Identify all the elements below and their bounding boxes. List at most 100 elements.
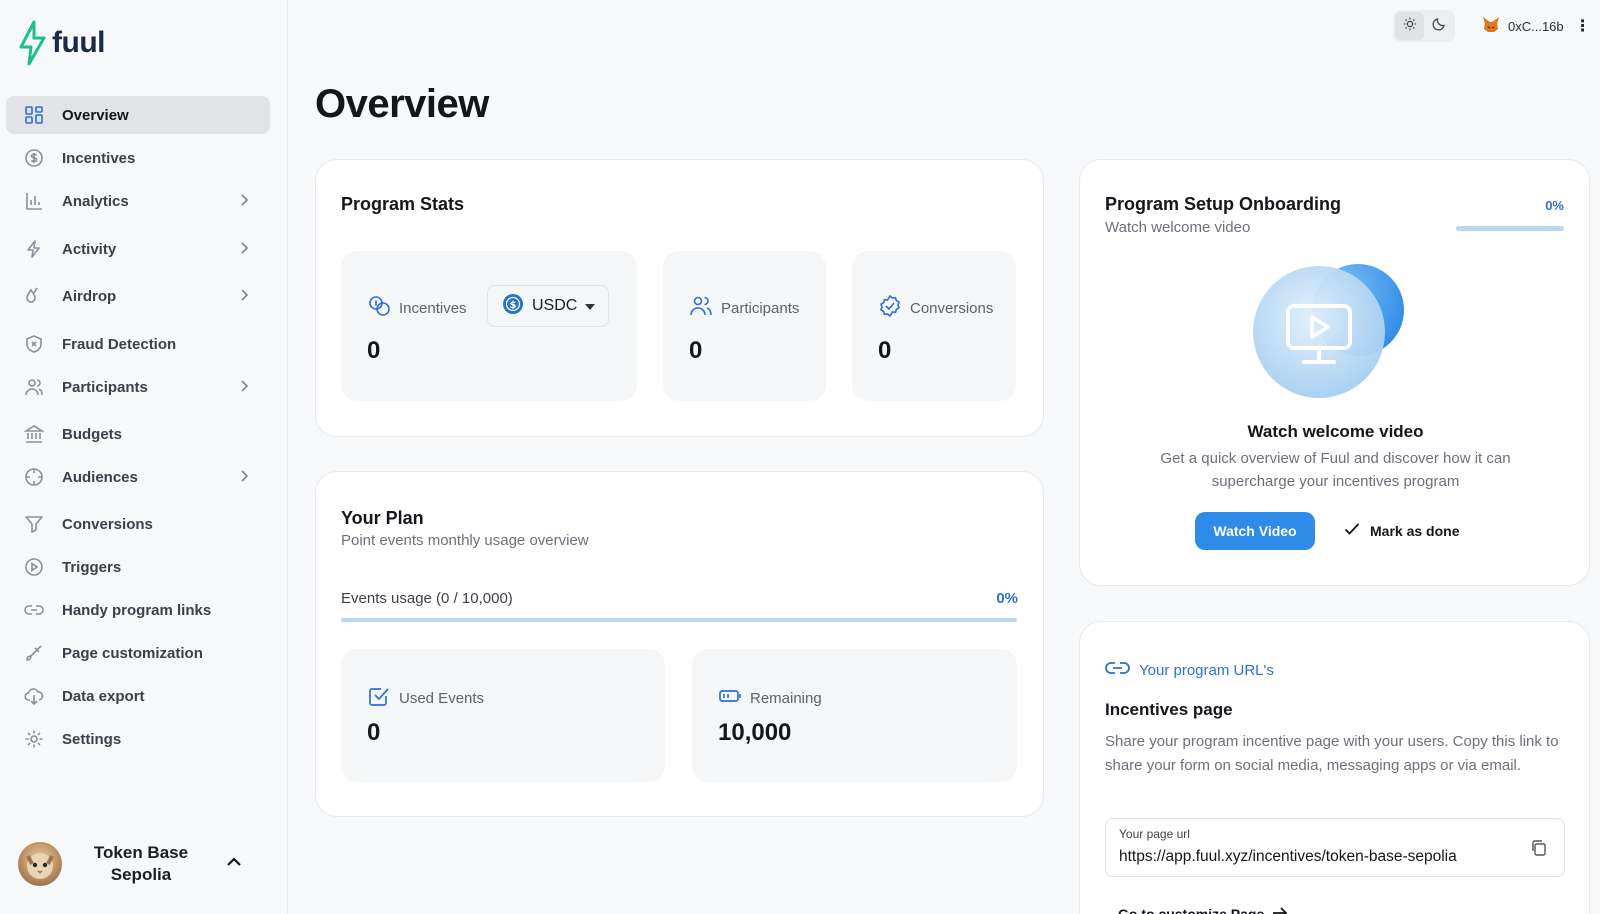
onboarding-subtitle: Watch welcome video xyxy=(1105,219,1251,236)
sidebar-item-label: Airdrop xyxy=(62,287,117,305)
sun-icon xyxy=(1403,17,1417,36)
brand-name: fuul xyxy=(52,26,105,59)
cloud-download-icon xyxy=(23,685,45,707)
shield-x-icon xyxy=(23,333,45,355)
wallet-menu[interactable]: 0xC...16b ⋮ xyxy=(1481,14,1591,38)
brand-logo[interactable]: fuul xyxy=(18,20,105,66)
conversions-stat-value: 0 xyxy=(878,337,892,364)
sidebar-item-incentives[interactable]: Incentives xyxy=(6,139,270,177)
chevron-right-icon xyxy=(238,288,250,307)
sidebar-item-audiences[interactable]: Audiences xyxy=(6,458,270,496)
coins-icon xyxy=(367,294,391,322)
page-url-value: https://app.fuul.xyz/incentives/token-ba… xyxy=(1119,848,1457,865)
sidebar-item-label: Data export xyxy=(62,687,145,705)
play-circle-icon xyxy=(23,556,45,578)
incentives-page-description: Share your program incentive page with y… xyxy=(1105,733,1559,774)
users-icon xyxy=(689,294,713,322)
sidebar-item-data-export[interactable]: Data export xyxy=(6,677,270,715)
onboarding-percent: 0% xyxy=(1545,198,1564,213)
brush-icon xyxy=(23,642,45,664)
sidebar-item-settings[interactable]: Settings xyxy=(6,720,270,758)
account-switcher[interactable]: Token Base Sepolia xyxy=(18,842,268,886)
fox-wallet-icon xyxy=(1481,16,1501,37)
sidebar-item-label: Audiences xyxy=(62,468,138,486)
sidebar-item-overview[interactable]: Overview xyxy=(6,96,270,134)
currency-select[interactable]: $ USDC xyxy=(487,285,609,327)
sidebar-item-label: Fraud Detection xyxy=(62,335,177,353)
theme-toggle[interactable] xyxy=(1393,10,1455,42)
chevron-right-icon xyxy=(238,193,250,212)
sidebar-item-label: Page customization xyxy=(62,644,203,662)
remaining-events-label: Remaining xyxy=(718,684,822,712)
incentives-stat-tile: Incentives $ USDC 0 xyxy=(341,251,637,401)
participants-stat-tile: Participants 0 xyxy=(663,251,826,401)
program-urls-link[interactable]: Your program URL's xyxy=(1105,660,1274,680)
page-url-label: Your page url xyxy=(1119,827,1190,841)
sidebar-item-label: Overview xyxy=(62,106,129,124)
used-events-label: Used Events xyxy=(367,684,484,712)
sidebar-item-label: Settings xyxy=(62,730,122,748)
sidebar-item-activity[interactable]: Activity xyxy=(6,230,270,268)
watch-video-button[interactable]: Watch Video xyxy=(1195,512,1315,550)
lightning-icon xyxy=(23,238,45,260)
participants-stat-value: 0 xyxy=(689,337,703,364)
remaining-events-value: 10,000 xyxy=(718,719,792,746)
onboarding-progress xyxy=(1456,226,1564,231)
link-icon xyxy=(1105,660,1130,680)
program-stats-title: Program Stats xyxy=(341,194,465,214)
light-mode-button[interactable] xyxy=(1395,12,1424,40)
chevron-right-icon xyxy=(238,379,250,398)
link-icon xyxy=(23,599,45,621)
chevron-right-icon xyxy=(238,241,250,260)
video-illustration xyxy=(1252,262,1406,400)
sidebar-item-label: Handy program links xyxy=(62,601,212,619)
usdc-icon: $ xyxy=(502,293,524,320)
sidebar-item-page-customization[interactable]: Page customization xyxy=(6,634,270,672)
customize-page-link[interactable]: Go to customize Page xyxy=(1118,906,1288,914)
arrow-right-icon xyxy=(1272,906,1288,914)
onboarding-description: Get a quick overview of Fuul and discove… xyxy=(1160,450,1511,490)
participants-stat-label: Participants xyxy=(689,294,799,322)
incentives-stat-value: 0 xyxy=(367,337,381,364)
crosshair-icon xyxy=(23,466,45,488)
onboarding-card: Program Setup Onboarding Watch welcome v… xyxy=(1079,159,1590,586)
sidebar: fuul Overview Incentives Analytics Activ… xyxy=(0,0,288,914)
check-icon xyxy=(1344,522,1360,539)
bank-icon xyxy=(23,423,45,445)
program-urls-card: Your program URL's Incentives page Share… xyxy=(1079,621,1590,914)
sidebar-item-label: Analytics xyxy=(62,192,129,210)
more-vertical-icon[interactable]: ⋮ xyxy=(1575,16,1591,36)
sidebar-item-label: Triggers xyxy=(62,558,122,576)
sidebar-item-handy-program-links[interactable]: Handy program links xyxy=(6,591,270,629)
program-stats-card: Program Stats Incentives $ USDC 0 Partic… xyxy=(315,159,1044,437)
conversions-stat-tile: Conversions 0 xyxy=(852,251,1016,401)
sidebar-item-fraud-detection[interactable]: Fraud Detection xyxy=(6,325,270,363)
drops-icon xyxy=(23,285,45,307)
sidebar-item-participants[interactable]: Participants xyxy=(6,368,270,406)
page-title: Overview xyxy=(315,82,489,126)
sidebar-item-triggers[interactable]: Triggers xyxy=(6,548,270,586)
sidebar-item-airdrop[interactable]: Airdrop xyxy=(6,277,270,315)
sidebar-item-budgets[interactable]: Budgets xyxy=(6,415,270,453)
used-events-tile: Used Events 0 xyxy=(341,649,665,782)
sidebar-item-label: Incentives xyxy=(62,149,136,167)
badge-check-icon xyxy=(878,294,902,322)
events-usage-label: Events usage (0 / 10,000) xyxy=(341,590,513,607)
sidebar-item-conversions[interactable]: Conversions xyxy=(6,505,270,543)
wallet-address: 0xC...16b xyxy=(1508,18,1564,34)
sidebar-item-analytics[interactable]: Analytics xyxy=(6,182,270,220)
dark-mode-button[interactable] xyxy=(1424,12,1453,40)
page-url-field[interactable]: Your page url https://app.fuul.xyz/incen… xyxy=(1105,818,1565,877)
mark-as-done-button[interactable]: Mark as done xyxy=(1344,522,1459,539)
used-events-value: 0 xyxy=(367,719,381,746)
events-usage-progress xyxy=(341,618,1017,622)
gear-icon xyxy=(23,728,45,750)
sidebar-item-label: Activity xyxy=(62,240,117,258)
copy-icon[interactable] xyxy=(1530,839,1548,862)
moon-icon xyxy=(1431,17,1446,36)
plan-title: Your Plan xyxy=(341,508,424,528)
plan-subtitle: Point events monthly usage overview xyxy=(341,532,589,549)
onboarding-heading: Watch welcome video xyxy=(1247,422,1424,441)
account-name: Token Base Sepolia xyxy=(93,843,189,884)
remaining-events-tile: Remaining 10,000 xyxy=(692,649,1017,782)
